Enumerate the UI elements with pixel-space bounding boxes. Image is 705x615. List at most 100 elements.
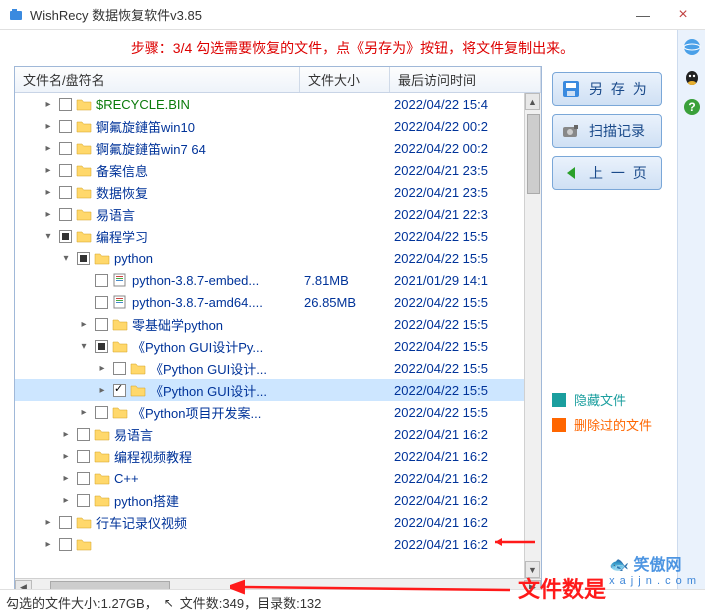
checkbox[interactable] bbox=[113, 362, 126, 375]
expander-icon[interactable]: ▸ bbox=[41, 185, 55, 199]
tree-folder-row[interactable]: ▸2022/04/21 16:2 bbox=[15, 533, 541, 555]
svg-text:?: ? bbox=[688, 100, 695, 114]
checkbox[interactable] bbox=[59, 538, 72, 551]
checkbox[interactable] bbox=[77, 472, 90, 485]
tree-folder-row[interactable]: ▸备案信息2022/04/21 23:5 bbox=[15, 159, 541, 181]
file-tree[interactable]: ▸$RECYCLE.BIN2022/04/22 15:4▸锕氟旋鏈笛win102… bbox=[15, 93, 541, 578]
tree-folder-row[interactable]: ▸零基础学python2022/04/22 15:5 bbox=[15, 313, 541, 335]
col-header-size[interactable]: 文件大小 bbox=[300, 67, 390, 92]
legend-swatch-deleted bbox=[552, 418, 566, 432]
expander-icon[interactable]: ▸ bbox=[41, 119, 55, 133]
expander-icon[interactable]: ▸ bbox=[95, 383, 109, 397]
folder-icon bbox=[112, 317, 128, 331]
tree-folder-row[interactable]: ▾编程学习2022/04/22 15:5 bbox=[15, 225, 541, 247]
tree-folder-row[interactable]: ▸ 行车记录仪视频 2022/04/21 16:2 bbox=[15, 511, 541, 533]
col-header-date[interactable]: 最后访问时间 bbox=[390, 67, 541, 92]
checkbox[interactable] bbox=[77, 494, 90, 507]
tree-folder-row[interactable]: ▸《Python项目开发案...2022/04/22 15:5 bbox=[15, 401, 541, 423]
expander-icon[interactable]: ▸ bbox=[59, 493, 73, 507]
status-dirs: 目录数:132 bbox=[257, 593, 321, 612]
checkbox[interactable] bbox=[77, 428, 90, 441]
col-header-name[interactable]: 文件名/盘符名 bbox=[15, 67, 300, 92]
row-date: 2022/04/21 16:2 bbox=[390, 493, 541, 508]
expander-icon[interactable]: ▸ bbox=[77, 405, 91, 419]
expander-icon[interactable]: ▸ bbox=[41, 207, 55, 221]
globe-icon[interactable] bbox=[681, 36, 703, 58]
checkbox[interactable] bbox=[59, 516, 72, 529]
checkbox[interactable] bbox=[95, 296, 108, 309]
tree-folder-row[interactable]: ▾《Python GUI设计Py...2022/04/22 15:5 bbox=[15, 335, 541, 357]
expander-icon[interactable]: ▸ bbox=[59, 471, 73, 485]
folder-icon bbox=[76, 163, 92, 177]
expander-icon[interactable]: ▾ bbox=[41, 229, 55, 243]
checkbox[interactable] bbox=[59, 120, 72, 133]
expander-icon[interactable]: ▸ bbox=[59, 449, 73, 463]
folder-icon bbox=[94, 493, 110, 507]
checkbox[interactable] bbox=[95, 340, 108, 353]
row-date: 2022/04/21 16:2 bbox=[390, 515, 541, 530]
checkbox[interactable] bbox=[95, 406, 108, 419]
tree-folder-row[interactable]: ▸编程视频教程2022/04/21 16:2 bbox=[15, 445, 541, 467]
checkbox[interactable] bbox=[59, 98, 72, 111]
prev-page-button[interactable]: 上 一 页 bbox=[552, 156, 662, 190]
expander-icon[interactable]: ▸ bbox=[95, 361, 109, 375]
checkbox[interactable] bbox=[59, 164, 72, 177]
checkbox[interactable] bbox=[59, 186, 72, 199]
tree-folder-row[interactable]: ▸锕氟旋鏈笛win102022/04/22 00:2 bbox=[15, 115, 541, 137]
save-as-button[interactable]: 另 存 为 bbox=[552, 72, 662, 106]
tree-folder-row[interactable]: ▸C++2022/04/21 16:2 bbox=[15, 467, 541, 489]
checkbox[interactable] bbox=[59, 208, 72, 221]
expander-icon[interactable]: ▸ bbox=[59, 427, 73, 441]
cursor-icon: ↖ bbox=[164, 596, 174, 610]
camera-icon bbox=[561, 121, 581, 141]
qq-icon[interactable] bbox=[681, 66, 703, 88]
checkbox[interactable] bbox=[113, 384, 126, 397]
tree-folder-row[interactable]: ▸python搭建2022/04/21 16:2 bbox=[15, 489, 541, 511]
expander-icon[interactable]: ▸ bbox=[41, 97, 55, 111]
row-label: 编程视频教程 bbox=[114, 447, 192, 466]
expander-icon[interactable]: ▸ bbox=[41, 141, 55, 155]
folder-icon bbox=[76, 185, 92, 199]
tree-folder-row[interactable]: ▾python2022/04/22 15:5 bbox=[15, 247, 541, 269]
checkbox[interactable] bbox=[59, 230, 72, 243]
scan-log-button[interactable]: 扫描记录 bbox=[552, 114, 662, 148]
checkbox[interactable] bbox=[95, 274, 108, 287]
expander-icon[interactable]: ▸ bbox=[41, 163, 55, 177]
status-size: 勾选的文件大小:1.27GB， bbox=[6, 593, 158, 612]
expander-icon[interactable]: ▸ bbox=[41, 515, 55, 529]
expander-icon[interactable]: ▾ bbox=[77, 339, 91, 353]
checkbox[interactable] bbox=[77, 252, 90, 265]
scroll-up-arrow[interactable]: ▲ bbox=[525, 93, 540, 110]
checkbox[interactable] bbox=[59, 142, 72, 155]
row-date: 2022/04/22 15:5 bbox=[390, 405, 541, 420]
close-button[interactable]: × bbox=[669, 5, 697, 25]
minimize-button[interactable]: — bbox=[629, 5, 657, 25]
scroll-down-arrow[interactable]: ▼ bbox=[525, 561, 540, 578]
expander-icon[interactable]: ▾ bbox=[59, 251, 73, 265]
legend-deleted: 删除过的文件 bbox=[552, 415, 692, 434]
expander-icon[interactable]: ▸ bbox=[41, 537, 55, 551]
expander-icon[interactable]: ▸ bbox=[77, 317, 91, 331]
expander-icon bbox=[77, 273, 91, 287]
folder-icon bbox=[76, 207, 92, 221]
vertical-scrollbar[interactable]: ▲ ▼ bbox=[524, 93, 541, 578]
row-label: 锕氟旋鏈笛win7 64 bbox=[96, 139, 206, 158]
tree-folder-row[interactable]: ▸《Python GUI设计...2022/04/22 15:5 bbox=[15, 379, 541, 401]
file-icon bbox=[112, 273, 128, 287]
tree-folder-row[interactable]: ▸$RECYCLE.BIN2022/04/22 15:4 bbox=[15, 93, 541, 115]
tree-folder-row[interactable]: ▸数据恢复2022/04/21 23:5 bbox=[15, 181, 541, 203]
tree-file-row[interactable]: python-3.8.7-amd64....26.85MB2022/04/22 … bbox=[15, 291, 541, 313]
row-label: 行车记录仪视频 bbox=[96, 513, 187, 532]
checkbox[interactable] bbox=[95, 318, 108, 331]
help-icon[interactable]: ? bbox=[681, 96, 703, 118]
tree-folder-row[interactable]: ▸锕氟旋鏈笛win7 642022/04/22 00:2 bbox=[15, 137, 541, 159]
tree-folder-row[interactable]: ▸《Python GUI设计...2022/04/22 15:5 bbox=[15, 357, 541, 379]
tree-file-row[interactable]: python-3.8.7-embed...7.81MB2021/01/29 14… bbox=[15, 269, 541, 291]
checkbox[interactable] bbox=[77, 450, 90, 463]
tree-folder-row[interactable]: ▸易语言2022/04/21 16:2 bbox=[15, 423, 541, 445]
row-size: 26.85MB bbox=[300, 295, 390, 310]
tree-folder-row[interactable]: ▸易语言2022/04/21 22:3 bbox=[15, 203, 541, 225]
column-headers: 文件名/盘符名 文件大小 最后访问时间 bbox=[15, 67, 541, 93]
vscroll-thumb[interactable] bbox=[527, 114, 540, 194]
save-as-label: 另 存 为 bbox=[589, 79, 649, 99]
